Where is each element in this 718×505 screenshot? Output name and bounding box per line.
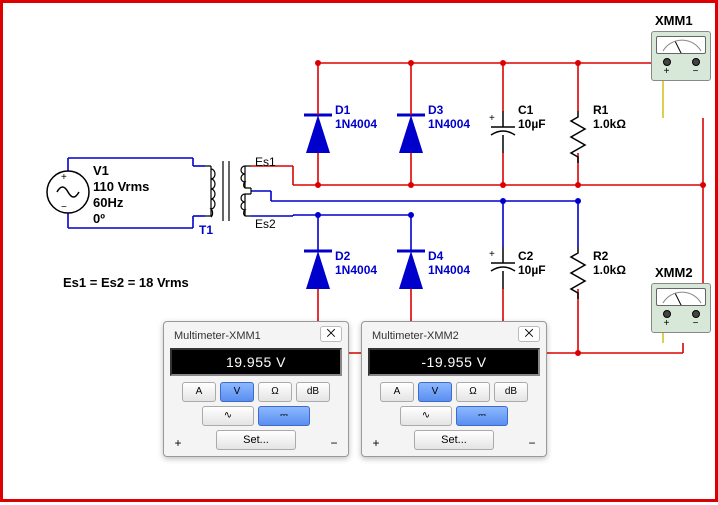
mode-ac-button[interactable]: ∿	[202, 406, 254, 426]
r2-val: 1.0kΩ	[593, 263, 626, 277]
plus-icon: +	[664, 66, 670, 77]
diode-d1-icon	[304, 111, 332, 153]
sec2-label: Es2	[255, 217, 276, 231]
close-icon[interactable]: ⨉	[518, 326, 540, 342]
c2-val: 10µF	[518, 263, 546, 277]
popup-title: Multimeter-XMM2	[368, 328, 540, 348]
diode-d3-icon	[397, 111, 425, 153]
capacitor-c1-icon: +	[489, 111, 515, 153]
d4-type: 1N4004	[428, 263, 470, 277]
xmm2-name: XMM2	[655, 265, 693, 280]
plus-icon: +	[664, 318, 670, 329]
meter-needle-icon	[656, 288, 706, 306]
svg-text:+: +	[489, 249, 495, 260]
c1-val: 10µF	[518, 117, 546, 131]
reading-display: 19.955 V	[170, 348, 342, 376]
transformer-icon	[205, 161, 251, 221]
mode-ohms-button[interactable]: Ω	[258, 382, 292, 402]
minus-icon: −	[526, 436, 538, 450]
d1-ref: D1	[335, 103, 350, 117]
ac-source-icon: + −	[47, 171, 89, 213]
svg-text:+: +	[489, 113, 495, 124]
mode-dc-button[interactable]: ⎓	[456, 406, 508, 426]
mode-amps-button[interactable]: A	[182, 382, 216, 402]
terminal-plus[interactable]	[663, 58, 671, 66]
mode-ohms-button[interactable]: Ω	[456, 382, 490, 402]
plus-icon: +	[172, 436, 184, 450]
mode-dc-button[interactable]: ⎓	[258, 406, 310, 426]
terminal-plus[interactable]	[663, 310, 671, 318]
diode-d4-icon	[397, 247, 425, 289]
sec1-label: Es1	[255, 155, 276, 169]
xmm1-name: XMM1	[655, 13, 693, 28]
terminal-minus[interactable]	[692, 310, 700, 318]
d3-ref: D3	[428, 103, 443, 117]
c2-ref: C2	[518, 249, 533, 263]
close-icon[interactable]: ⨉	[320, 326, 342, 342]
d3-type: 1N4004	[428, 117, 470, 131]
transformer-ref: T1	[199, 223, 213, 237]
minus-icon: −	[693, 66, 699, 77]
settings-button[interactable]: Set...	[414, 430, 494, 450]
multimeter-xmm2-icon[interactable]: + −	[651, 283, 711, 333]
source-freq: 60Hz	[93, 195, 149, 211]
diode-d2-icon	[304, 247, 332, 289]
r1-val: 1.0kΩ	[593, 117, 626, 131]
mode-volts-button[interactable]: V	[418, 382, 452, 402]
source-label: V1 110 Vrms 60Hz 0º	[93, 163, 149, 227]
terminal-minus[interactable]	[692, 58, 700, 66]
mode-db-button[interactable]: dB	[494, 382, 528, 402]
minus-icon: −	[693, 318, 699, 329]
popup-title: Multimeter-XMM1	[170, 328, 342, 348]
r1-ref: R1	[593, 103, 608, 117]
mode-ac-button[interactable]: ∿	[400, 406, 452, 426]
transformer-note: Es1 = Es2 = 18 Vrms	[63, 275, 189, 290]
circuit-diagram: + −	[0, 0, 718, 502]
source-phase: 0º	[93, 211, 149, 227]
r2-ref: R2	[593, 249, 608, 263]
capacitor-c2-icon: +	[489, 247, 515, 289]
minus-icon: −	[328, 436, 340, 450]
source-voltage: 110 Vrms	[93, 179, 149, 195]
multimeter-xmm1-icon[interactable]: + −	[651, 31, 711, 81]
multimeter-popup-xmm1[interactable]: Multimeter-XMM1 ⨉ 19.955 V A V Ω dB ∿ ⎓ …	[163, 321, 349, 457]
mode-db-button[interactable]: dB	[296, 382, 330, 402]
d2-type: 1N4004	[335, 263, 377, 277]
reading-display: -19.955 V	[368, 348, 540, 376]
d1-type: 1N4004	[335, 117, 377, 131]
mode-amps-button[interactable]: A	[380, 382, 414, 402]
d4-ref: D4	[428, 249, 443, 263]
c1-ref: C1	[518, 103, 533, 117]
plus-icon: +	[370, 436, 382, 450]
settings-button[interactable]: Set...	[216, 430, 296, 450]
svg-text:−: −	[61, 202, 67, 213]
svg-text:+: +	[61, 172, 67, 183]
mode-volts-button[interactable]: V	[220, 382, 254, 402]
multimeter-popup-xmm2[interactable]: Multimeter-XMM2 ⨉ -19.955 V A V Ω dB ∿ ⎓…	[361, 321, 547, 457]
source-ref: V1	[93, 163, 149, 179]
d2-ref: D2	[335, 249, 350, 263]
meter-needle-icon	[656, 36, 706, 54]
